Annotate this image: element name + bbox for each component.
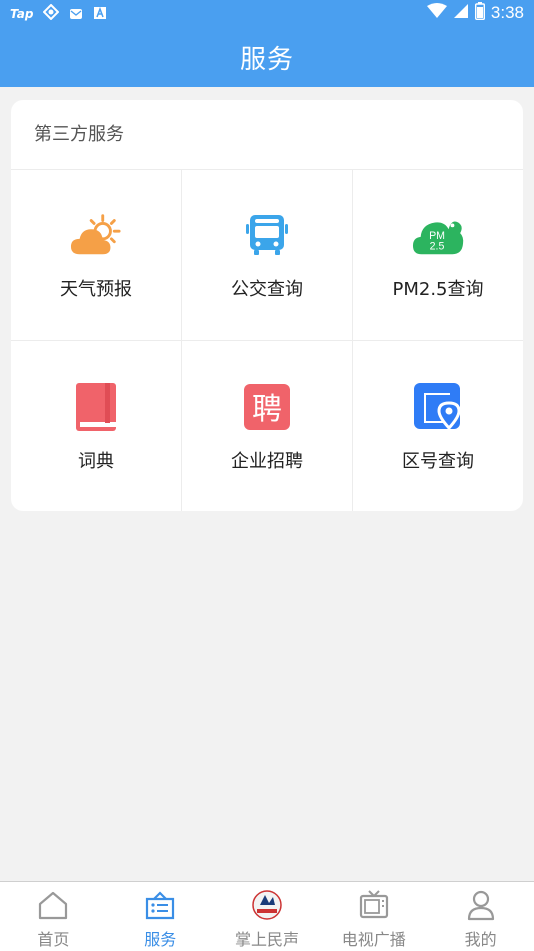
tab-label: 服务 <box>144 930 177 949</box>
recruit-icon-glyph: 聘 <box>252 392 282 427</box>
zhangshang-logo-icon <box>250 888 284 922</box>
page-title: 服务 <box>239 45 294 75</box>
service-pm25[interactable]: PM 2.5 PM2.5查询 <box>353 170 523 341</box>
wifi-icon <box>426 3 447 23</box>
tab-label: 电视广播 <box>341 930 406 949</box>
pm25-cloud-icon: PM 2.5 <box>412 209 464 261</box>
status-time: 3:38 <box>490 3 524 22</box>
third-party-services-card: 第三方服务 天气预报 公交查询 PM 2.5 PM2.5查询 词典 聘 企业招聘… <box>11 100 523 511</box>
status-left: Tap <box>10 3 107 24</box>
service-label: 天气预报 <box>60 279 132 300</box>
services-icon <box>143 888 177 922</box>
tab-me[interactable]: 我的 <box>427 882 534 951</box>
bottom-tabbar: 首页 服务 掌上民声 电视广播 我的 <box>0 881 534 951</box>
service-bus[interactable]: 公交查询 <box>182 170 353 341</box>
tab-label: 我的 <box>464 930 497 949</box>
service-recruit[interactable]: 聘 企业招聘 <box>182 341 353 511</box>
service-label: 企业招聘 <box>231 450 303 472</box>
battery-icon <box>474 2 485 24</box>
area-code-location-icon <box>412 381 464 433</box>
service-label: 区号查询 <box>402 450 474 472</box>
dictionary-book-icon <box>70 381 122 433</box>
tab-label: 首页 <box>37 930 70 949</box>
a-box-icon <box>93 5 107 24</box>
services-grid: 天气预报 公交查询 PM 2.5 PM2.5查询 词典 聘 企业招聘 区号查询 <box>11 170 523 511</box>
pm-icon-text-bottom: 2.5 <box>430 240 445 252</box>
tab-home[interactable]: 首页 <box>0 882 107 951</box>
mail-icon <box>69 5 83 24</box>
tv-icon <box>357 888 391 922</box>
tab-label: 掌上民声 <box>234 930 299 949</box>
tab-tv-radio[interactable]: 电视广播 <box>320 882 427 951</box>
tab-zhangshang-minsheng[interactable]: 掌上民声 <box>214 882 321 951</box>
service-label: PM2.5查询 <box>392 279 484 300</box>
service-weather[interactable]: 天气预报 <box>11 170 182 341</box>
home-icon <box>36 888 70 922</box>
user-icon <box>464 888 498 922</box>
status-right: 3:38 <box>426 2 524 24</box>
top-navbar: 服务 <box>0 28 534 87</box>
service-label: 公交查询 <box>231 279 303 300</box>
status-bar: Tap 3:38 <box>0 0 534 28</box>
bus-icon <box>241 209 293 261</box>
service-area-code[interactable]: 区号查询 <box>353 341 523 511</box>
section-title: 第三方服务 <box>11 100 523 170</box>
service-label: 词典 <box>78 450 114 472</box>
weather-icon <box>70 209 122 261</box>
signal-icon <box>453 3 469 23</box>
tap-icon: Tap <box>10 7 34 21</box>
service-dictionary[interactable]: 词典 <box>11 341 182 511</box>
recruit-icon: 聘 <box>241 381 293 433</box>
tab-services[interactable]: 服务 <box>107 882 214 951</box>
sync-icon <box>43 3 60 24</box>
